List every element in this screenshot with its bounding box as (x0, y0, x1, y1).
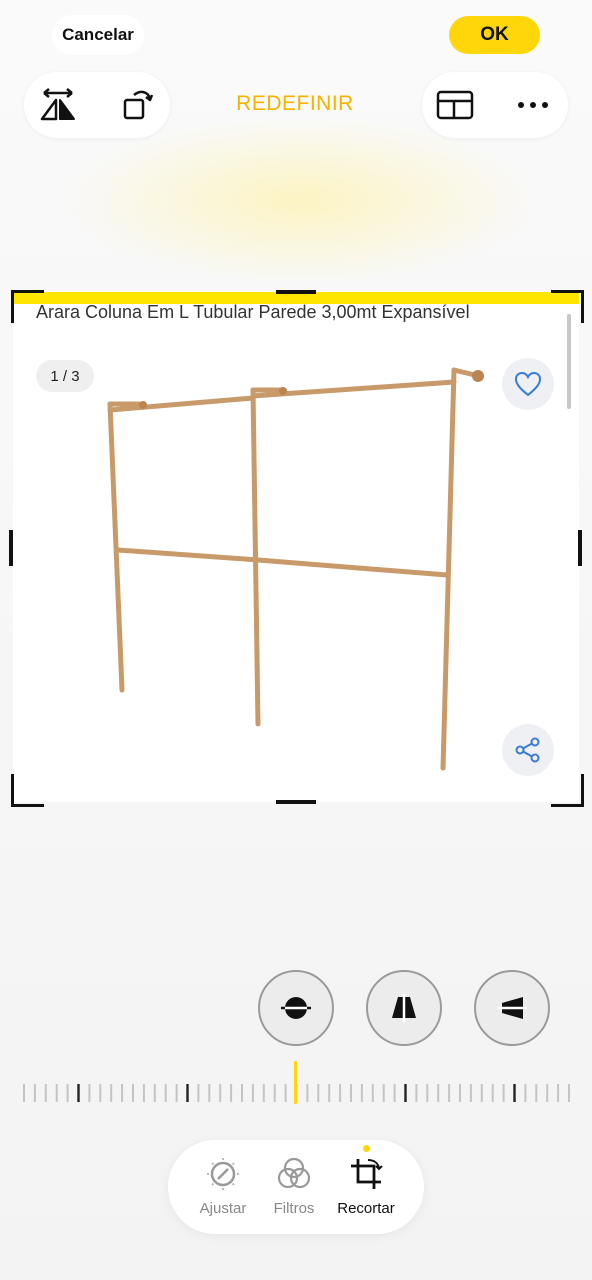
edit-mode-tabs: Ajustar Filtros Recortar (168, 1140, 424, 1234)
crop-handle-bottom-left[interactable] (11, 774, 44, 807)
straighten-button[interactable] (258, 970, 334, 1046)
ruler-indicator (294, 1061, 297, 1104)
tab-recortar-label: Recortar (337, 1200, 395, 1217)
crop-handle-bottom[interactable] (276, 800, 316, 804)
crop-area[interactable]: Arara Coluna Em L Tubular Parede 3,00mt … (13, 292, 579, 802)
horizontal-perspective-icon (498, 997, 526, 1019)
adjust-dial-icon (207, 1158, 239, 1190)
crop-handle-right[interactable] (578, 530, 582, 566)
vertical-perspective-icon (392, 994, 416, 1022)
rotate-icon[interactable] (116, 84, 160, 126)
reset-button[interactable]: REDEFINIR (200, 92, 390, 116)
vertical-perspective-button[interactable] (366, 970, 442, 1046)
clothing-rack-image (107, 367, 484, 771)
more-icon[interactable] (510, 84, 556, 126)
options-toolbar (422, 72, 568, 138)
tab-ajustar[interactable]: Ajustar (185, 1156, 261, 1217)
ok-button[interactable]: OK (449, 16, 540, 54)
crop-handle-bottom-right[interactable] (551, 774, 584, 807)
tab-filtros[interactable]: Filtros (256, 1156, 332, 1217)
tab-filtros-label: Filtros (273, 1200, 315, 1217)
crop-rotate-icon (351, 1159, 383, 1189)
tab-recortar[interactable]: Recortar (328, 1156, 404, 1217)
crop-handle-left[interactable] (9, 530, 13, 566)
cancel-button[interactable]: Cancelar (52, 15, 144, 55)
filters-icon (277, 1157, 311, 1189)
horizontal-perspective-button[interactable] (474, 970, 550, 1046)
tab-ajustar-label: Ajustar (199, 1200, 247, 1217)
angle-ruler[interactable] (22, 1082, 572, 1104)
crop-handle-top[interactable] (276, 290, 316, 294)
transform-toolbar (24, 72, 170, 138)
straighten-icon (281, 997, 311, 1019)
aspect-ratio-icon[interactable] (432, 84, 478, 126)
active-tab-indicator (363, 1145, 370, 1152)
crop-handle-top-left[interactable] (11, 290, 44, 323)
flip-horizontal-icon[interactable] (36, 84, 80, 126)
crop-handle-top-right[interactable] (551, 290, 584, 323)
